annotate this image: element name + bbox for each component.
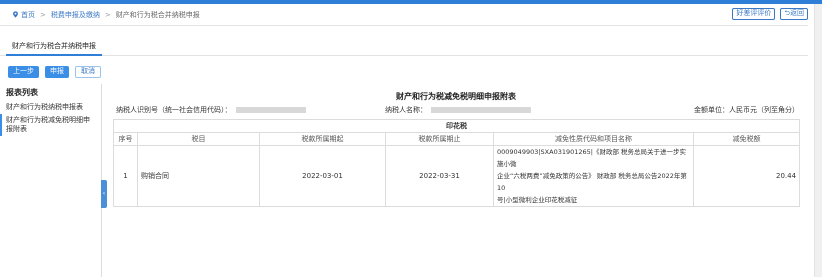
submit-declaration-button[interactable]: 申报 [45, 66, 69, 78]
row-index: 1 [113, 145, 138, 207]
taxpayer-name: 纳税人名称： [385, 105, 531, 115]
tab-strip: 财产和行为税合并纳税申报 [0, 36, 808, 56]
previous-step-button[interactable]: 上一步 [8, 66, 39, 78]
cancel-button[interactable]: 取消 [75, 66, 101, 78]
row-period-start: 2022-03-01 [259, 145, 386, 207]
masked-value [235, 107, 306, 113]
amount-unit: 金额单位：人民币元（列至角分） [694, 106, 799, 114]
chevron-left-icon: ‹ [102, 190, 106, 197]
sidebar-item-relief-schedule[interactable]: 财产和行为税减免税明细申报附表 [0, 114, 101, 136]
taxpayer-id-label: 纳税人识别号（统一社会信用代码）： [116, 106, 232, 114]
rate-button[interactable]: 好差评评价 [732, 8, 776, 20]
breadcrumb: 首页 > 税费申报及缴纳 > 财产和行为税合并纳税申报 [0, 4, 808, 26]
breadcrumb-separator: > [40, 10, 46, 19]
row-tax-item: 购销合同 [137, 145, 260, 207]
table-section-row: 印花税 [112, 119, 801, 133]
taxpayer-name-label: 纳税人名称： [385, 106, 427, 114]
form-area: 财产和行为税减免税明细申报附表 纳税人识别号（统一社会信用代码）： 纳税人名称：… [112, 84, 801, 207]
column-header: 序号 [113, 132, 138, 146]
row-relief-amount: 20.44 [692, 145, 801, 207]
taxpayer-id: 纳税人识别号（统一社会信用代码）： [116, 105, 306, 115]
toolbar: 上一步 申报 取消 [8, 66, 101, 78]
relief-nature-line: 企业“六税两费”减免政策的公告》 财政部 税务总局公告2022年第10 [497, 172, 687, 192]
breadcrumb-home-link[interactable]: 首页 [21, 10, 35, 20]
column-header: 减免性质代码和项目名称 [493, 132, 694, 146]
back-button-label: 返回 [790, 10, 804, 17]
back-button[interactable]: ⮌返回 [780, 8, 808, 20]
column-header: 税款所属期起 [259, 132, 386, 146]
section-title: 印花税 [112, 119, 801, 133]
sidebar-collapse-handle[interactable]: ‹ [101, 180, 107, 208]
masked-value [431, 107, 531, 113]
tab-combined-filing[interactable]: 财产和行为税合并纳税申报 [6, 36, 102, 56]
column-header: 减免税额 [692, 132, 801, 146]
column-header: 税款所属期止 [385, 132, 494, 146]
breadcrumb-separator: > [104, 10, 111, 19]
column-header: 税目 [137, 132, 260, 146]
relief-table: 印花税 序号 税目 税款所属期起 税款所属期止 减免性质代码和项目名称 减免税额… [112, 119, 801, 207]
page-scrollbar[interactable] [814, 4, 822, 277]
report-list-sidebar: 报表列表 财产和行为税纳税申报表 财产和行为税减免税明细申报附表 [0, 84, 102, 277]
location-pin-icon [13, 11, 18, 18]
form-meta-row: 纳税人识别号（统一社会信用代码）： 纳税人名称： 金额单位：人民币元（列至角分） [113, 105, 799, 117]
row-period-end: 2022-03-31 [385, 145, 494, 207]
table-header-row: 序号 税目 税款所属期起 税款所属期止 减免性质代码和项目名称 减免税额 [113, 132, 801, 146]
form-title: 财产和行为税减免税明细申报附表 [396, 92, 516, 101]
table-row: 1 购销合同 2022-03-01 2022-03-31 0009049903|… [113, 145, 801, 207]
row-relief-nature: 0009049903|SXA031901265|《财政部 税务总局关于进一步实施… [493, 145, 694, 207]
sidebar-title: 报表列表 [6, 88, 38, 97]
relief-nature-line: 号|小型微利企业印花税减征 [497, 196, 578, 204]
sidebar-item-tax-return[interactable]: 财产和行为税纳税申报表 [0, 101, 101, 114]
breadcrumb-current: 财产和行为税合并纳税申报 [115, 10, 200, 19]
relief-nature-line: 0009049903|SXA031901265|《财政部 税务总局关于进一步实施… [497, 148, 687, 168]
top-actions: 好差评评价 ⮌返回 [732, 8, 808, 20]
breadcrumb-tax-filing-link[interactable]: 税费申报及缴纳 [51, 10, 100, 20]
